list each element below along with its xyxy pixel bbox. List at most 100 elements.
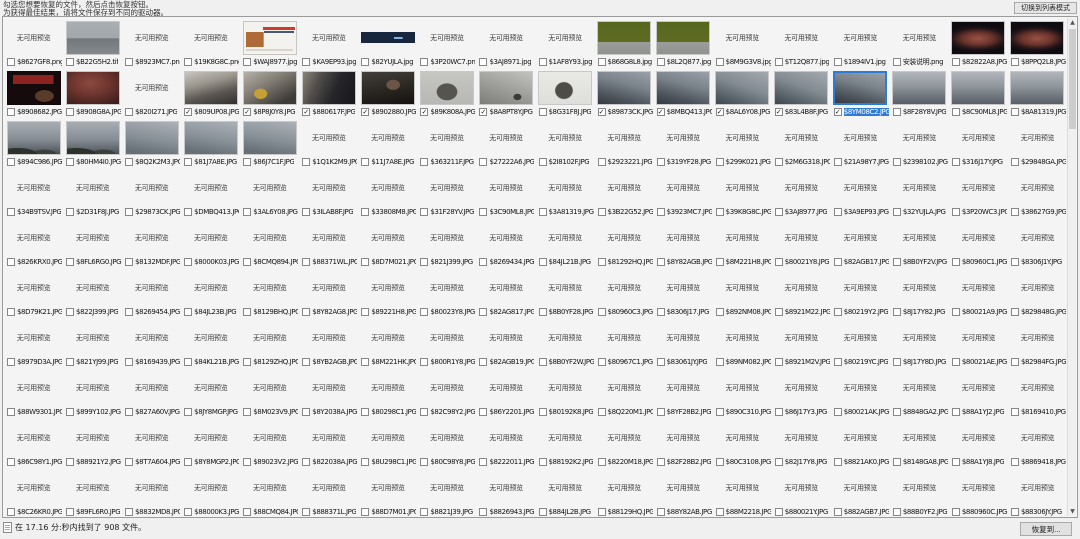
file-cell[interactable]: 无可用预览 $80219Y2.JPG [831,269,890,319]
file-name[interactable]: $8YM08C2.JPG [843,108,889,116]
file-cell[interactable]: ✓ $809UP08.JPG [181,69,240,119]
file-checkbox[interactable] [951,258,960,266]
file-name[interactable]: $80298C1.JPG [371,408,416,416]
file-name[interactable]: $88A1YJ8.JPG [962,458,1005,466]
file-cell[interactable]: 无可用预览 $88D7M01.JPG [358,469,417,516]
file-name[interactable]: $31F28YV.JPG [430,208,474,216]
file-name[interactable]: $88CMQ84.JPG [253,508,298,516]
recover-to-button[interactable]: 恢复到... [1020,522,1072,536]
file-name[interactable]: $2D31F8J.JPG [76,208,119,216]
file-checkbox[interactable] [951,408,960,416]
file-name[interactable]: $8Y82AG8.JPG [312,308,357,316]
file-name[interactable]: $2I8102F.JPG [549,158,590,166]
file-cell[interactable]: 无可用预览 $88129HQ.JPG [595,469,654,516]
file-cell[interactable]: 无可用预览 $80C3108.JPG [713,419,772,469]
file-name[interactable]: $8A8PT8Y.JPG [489,108,532,116]
file-cell[interactable]: 无可用预览 $88192K2.JPG [536,419,595,469]
file-checkbox[interactable] [302,408,311,416]
file-name[interactable]: $8000K03.JPG [194,258,239,266]
file-cell[interactable]: 无可用预览 $80192K8.JPG [536,369,595,419]
file-checkbox[interactable] [361,208,370,216]
file-checkbox[interactable] [715,358,724,366]
file-cell[interactable]: 无可用预览 $82F28B2.JPG [654,419,713,469]
file-name[interactable]: $88D7M01.JPG [371,508,416,516]
file-name[interactable]: $8627GF8.png [17,58,62,66]
file-checkbox[interactable] [656,208,665,216]
file-name[interactable]: $82F28B2.JPG [667,458,712,466]
file-cell[interactable]: 无可用预览 $8B0YF2V.JPG [890,219,949,269]
file-checkbox[interactable] [774,58,783,66]
file-cell[interactable]: 无可用预览 $80021AK.JPG [831,369,890,419]
file-name[interactable]: $29873CK.JPG [135,208,180,216]
file-cell[interactable]: $8Q2K2M3.JPG [122,119,181,169]
file-name[interactable]: $83L4B8F.JPG [785,108,828,116]
file-checkbox[interactable] [66,158,75,166]
file-cell[interactable]: 无可用预览 $8921M2V.JPG [772,319,831,369]
file-cell[interactable]: 无可用预览 $82C98Y2.JPG [417,369,476,419]
file-checkbox[interactable] [1010,158,1019,166]
file-checkbox[interactable] [951,158,960,166]
file-cell[interactable]: 无可用预览 $80C98Y8.JPG [417,419,476,469]
file-checkbox[interactable] [361,358,370,366]
file-name[interactable]: $2923221.JPG [608,158,653,166]
file-checkbox[interactable] [7,258,15,266]
switch-view-mode-button[interactable]: 切换到列表模式 [1014,2,1077,14]
file-cell[interactable]: 无可用预览 $39K8G8C.JPG [713,169,772,219]
file-cell[interactable]: 无可用预览 $8222011.JPG [476,419,535,469]
file-cell[interactable]: 无可用预览 $2I8102F.JPG [536,119,595,169]
file-name[interactable]: $82AG817.JPG [489,308,534,316]
file-checkbox[interactable] [125,58,134,66]
file-name[interactable]: $8B0YF2W.JPG [549,358,594,366]
file-cell[interactable]: 无可用预览 $2M6G318.JPG [772,119,831,169]
file-checkbox[interactable] [243,58,252,66]
file-name[interactable]: $32YUJLA.JPG [903,208,946,216]
file-cell[interactable]: 无可用预览 $8169410.JPG [1008,369,1067,419]
file-cell[interactable]: 无可用预览 $8148GA8.JPG [890,419,949,469]
file-name[interactable]: $80021AE.JPG [962,358,1007,366]
file-name[interactable]: $80219Y2.JPG [844,308,889,316]
file-checkbox[interactable] [361,58,370,66]
file-cell[interactable]: $86J7C1F.JPG [240,119,299,169]
file-cell[interactable]: 无可用预览 $8169439.JPG [122,319,181,369]
file-name[interactable]: $81292HQ.JPG [608,258,653,266]
file-cell[interactable]: ✓ $880617F.JPG [299,69,358,119]
file-name[interactable]: $27222A6.JPG [489,158,534,166]
file-cell[interactable]: 无可用预览 $890C310.JPG [713,369,772,419]
file-checkbox[interactable] [538,358,547,366]
file-cell[interactable]: 无可用预览 $3AJ8971.jpg [476,19,535,69]
file-cell[interactable]: 无可用预览 $88CMQ84.JPG [240,469,299,516]
file-checkbox[interactable] [66,58,75,66]
file-checkbox[interactable] [302,158,311,166]
file-name[interactable]: $82YUJLA.jpg [371,58,413,66]
scrollbar-up-arrow-icon[interactable]: ▲ [1068,18,1077,27]
file-name[interactable]: $8220M18.JPG [608,458,653,466]
file-checkbox[interactable] [479,158,488,166]
file-name[interactable]: $8T7A604.JPG [135,458,180,466]
file-checkbox[interactable] [715,508,724,516]
file-name[interactable]: $80021AK.JPG [844,408,889,416]
file-cell[interactable]: 无可用预览 $363211F.JPG [417,119,476,169]
file-checkbox[interactable] [892,308,901,316]
file-name[interactable]: $8908682.JPG [17,108,62,116]
file-cell[interactable]: 无可用预览 $11J7A8E.JPG [358,119,417,169]
file-cell[interactable]: 无可用预览 $88Y82AB.JPG [654,469,713,516]
file-checkbox[interactable]: ✓ [479,108,488,116]
file-checkbox[interactable] [7,308,15,316]
file-checkbox[interactable] [302,358,311,366]
file-cell[interactable]: 无可用预览 $88A1YJ2.JPG [949,369,1008,419]
file-name[interactable]: $3P20WC3.JPG [962,208,1007,216]
file-checkbox[interactable] [538,208,547,216]
file-checkbox[interactable] [361,408,370,416]
file-checkbox[interactable] [7,158,15,166]
file-cell[interactable]: 无可用预览 $29873CK.JPG [122,169,181,219]
file-cell[interactable]: $868G8L8.jpg [595,19,654,69]
file-checkbox[interactable] [774,458,783,466]
file-cell[interactable]: 无可用预览 $821YJ99.JPG [63,319,122,369]
file-name[interactable]: $880960C.JPG [962,508,1007,516]
file-checkbox[interactable] [538,408,547,416]
file-name[interactable]: $1Q1K2M9.JPG [312,158,357,166]
file-name[interactable]: $8129ZHQ.JPG [253,358,298,366]
file-checkbox[interactable] [66,108,75,116]
file-cell[interactable]: 无可用预览 $80967C1.JPG [595,319,654,369]
file-checkbox[interactable] [774,508,783,516]
